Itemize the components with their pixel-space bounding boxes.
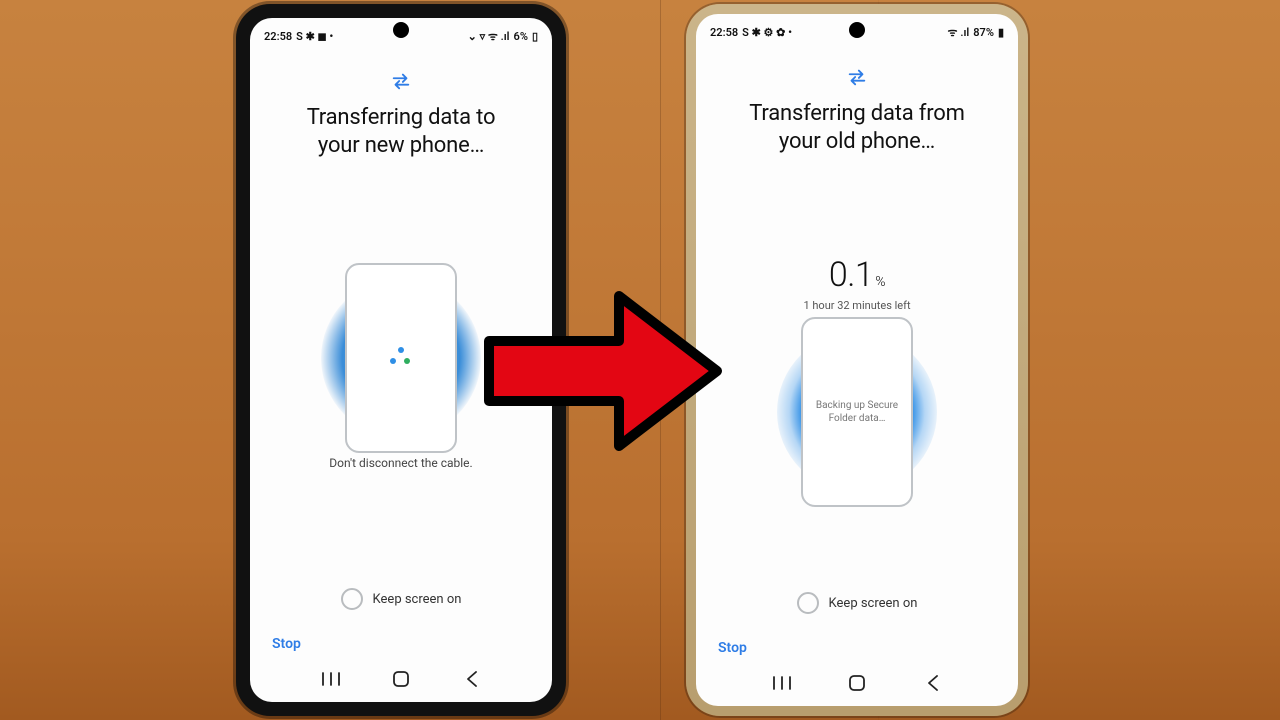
- status-right-icons: ⌄ ▿ ᯤ .ıl: [468, 31, 510, 42]
- phone-illustration: [345, 263, 457, 453]
- title-line-2: your new phone…: [307, 132, 496, 160]
- keep-screen-on-toggle[interactable]: Keep screen on: [696, 592, 1018, 614]
- keep-screen-on-toggle[interactable]: Keep screen on: [250, 588, 552, 610]
- android-nav-bar: [250, 660, 552, 702]
- progress-unit: %: [875, 274, 885, 290]
- time-remaining: 1 hour 32 minutes left: [803, 299, 910, 312]
- home-button[interactable]: [381, 670, 421, 688]
- status-time: 22:58: [710, 26, 738, 39]
- phone-illustration: Backing up Secure Folder data…: [801, 317, 913, 507]
- status-battery: 87%: [973, 26, 994, 39]
- page-title: Transferring data from your old phone…: [749, 100, 964, 155]
- recents-button[interactable]: [311, 672, 351, 686]
- status-left-icons: S ✱ ◼︎ •: [296, 31, 333, 42]
- transfer-graphic: [321, 278, 481, 438]
- home-button[interactable]: [837, 674, 877, 692]
- camera-punchhole: [393, 22, 409, 38]
- title-line-1: Transferring data from: [749, 100, 964, 128]
- status-left-icons: S ✱ ⚙ ✿ •: [742, 27, 792, 38]
- keep-screen-label: Keep screen on: [829, 596, 918, 611]
- loading-dots-icon: [390, 347, 412, 369]
- back-button[interactable]: [452, 671, 492, 687]
- radio-unchecked-icon: [341, 588, 363, 610]
- page-title: Transferring data to your new phone…: [307, 104, 496, 159]
- android-nav-bar: [696, 664, 1018, 706]
- caption-text: Don't disconnect the cable.: [329, 456, 472, 470]
- old-phone-screen: 22:58 S ✱ ◼︎ • ⌄ ▿ ᯤ .ıl 6% ▯ Transferri…: [250, 18, 552, 702]
- title-line-2: your old phone…: [749, 128, 964, 156]
- new-phone: 22:58 S ✱ ⚙ ✿ • ᯤ .ıl 87% ▮ Transferring…: [686, 4, 1028, 716]
- stop-button[interactable]: Stop: [718, 640, 747, 656]
- battery-icon: ▯: [532, 30, 538, 43]
- recents-button[interactable]: [762, 676, 802, 690]
- stop-button[interactable]: Stop: [272, 636, 301, 652]
- status-right-icons: ᯤ .ıl: [948, 27, 970, 38]
- back-button[interactable]: [913, 675, 953, 691]
- transfer-graphic: Backing up Secure Folder data…: [777, 332, 937, 492]
- status-time: 22:58: [264, 30, 292, 43]
- progress-value: 0.1: [829, 255, 873, 295]
- status-battery: 6%: [514, 30, 528, 43]
- keep-screen-label: Keep screen on: [373, 592, 462, 607]
- radio-unchecked-icon: [797, 592, 819, 614]
- transfer-arrows-icon: [390, 70, 412, 92]
- old-phone: 22:58 S ✱ ◼︎ • ⌄ ▿ ᯤ .ıl 6% ▯ Transferri…: [236, 4, 566, 716]
- camera-punchhole: [849, 22, 865, 38]
- title-line-1: Transferring data to: [307, 104, 496, 132]
- progress-percent: 0.1%: [829, 255, 885, 295]
- transfer-arrows-icon: [846, 66, 868, 88]
- backup-status-text: Backing up Secure Folder data…: [811, 399, 903, 425]
- battery-icon: ▮: [998, 26, 1004, 39]
- scene: 22:58 S ✱ ◼︎ • ⌄ ▿ ᯤ .ıl 6% ▯ Transferri…: [0, 0, 1280, 720]
- new-phone-screen: 22:58 S ✱ ⚙ ✿ • ᯤ .ıl 87% ▮ Transferring…: [696, 14, 1018, 706]
